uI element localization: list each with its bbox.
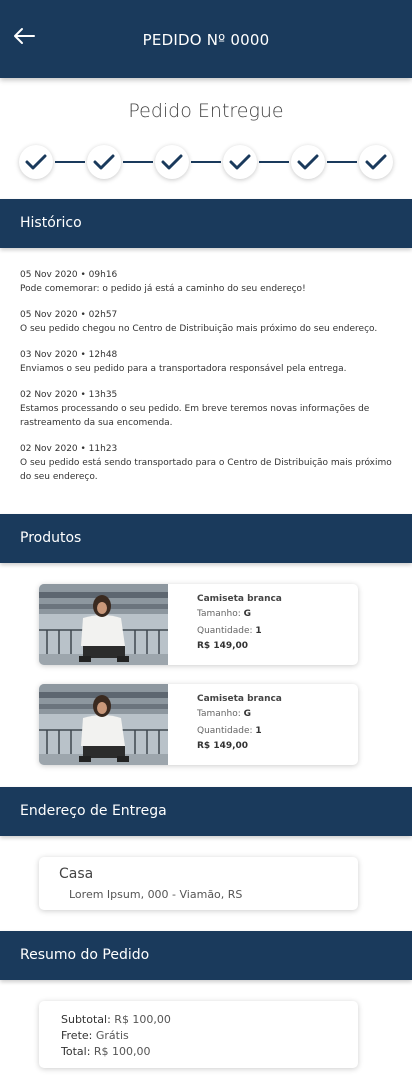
subtotal-row: Subtotal: R$ 100,00 <box>61 1012 171 1028</box>
check-icon <box>25 154 47 170</box>
address-name: Casa <box>59 866 94 882</box>
progress-step-6 <box>359 145 393 179</box>
product-photo <box>39 684 168 765</box>
product-quantity: Quantidade: 1 <box>197 723 282 740</box>
progress-step-4 <box>223 145 257 179</box>
product-qty-label: Quantidade: <box>197 626 253 636</box>
shipping-label: Frete: <box>61 1029 93 1042</box>
shipping-value: Grátis <box>95 1029 129 1042</box>
history-date: 02 Nov 2020 • 11h23 <box>20 444 118 454</box>
product-size-label: Tamanho: <box>197 609 241 619</box>
product-size: Tamanho: G <box>197 606 282 623</box>
history-date: 05 Nov 2020 • 02h57 <box>20 310 118 320</box>
history-section-header: Histórico <box>0 199 412 248</box>
check-icon <box>229 154 251 170</box>
product-qty-value: 1 <box>255 626 262 636</box>
history-item: 05 Nov 2020 • 02h57 O seu pedido chegou … <box>20 309 392 336</box>
progress-step-5 <box>291 145 325 179</box>
check-icon <box>93 154 115 170</box>
product-photo <box>39 584 168 665</box>
total-value: R$ 100,00 <box>93 1045 151 1058</box>
address-section-header: Endereço de Entrega <box>0 787 412 836</box>
subtotal-value: R$ 100,00 <box>114 1013 171 1026</box>
history-date: 03 Nov 2020 • 12h48 <box>20 350 118 360</box>
products-section-title: Produtos <box>20 530 82 546</box>
history-item: 05 Nov 2020 • 09h16 Pode comemorar: o pe… <box>20 269 392 296</box>
product-name: Camiseta branca <box>197 694 282 704</box>
check-icon <box>297 154 319 170</box>
progress-step-1 <box>19 145 53 179</box>
history-text: Enviamos o seu pedido para a transportad… <box>20 364 347 374</box>
product-price: R$ 149,00 <box>197 641 249 651</box>
product-name: Camiseta branca <box>197 594 282 604</box>
product-qty-label: Quantidade: <box>197 726 253 736</box>
product-details: Camiseta branca Tamanho: G Quantidade: 1… <box>197 593 282 653</box>
history-text: O seu pedido chegou no Centro de Distrib… <box>20 324 378 334</box>
summary-section-header: Resumo do Pedido <box>0 931 412 980</box>
address-line: Lorem Ipsum, 000 - Viamão, RS <box>69 888 243 901</box>
subtotal-label: Subtotal: <box>61 1013 111 1026</box>
check-icon <box>161 154 183 170</box>
progress-connector <box>55 161 85 163</box>
history-text: Pode comemorar: o pedido já está a camin… <box>20 284 306 294</box>
progress-connector <box>327 161 357 163</box>
product-card[interactable]: Camiseta branca Tamanho: G Quantidade: 1… <box>39 584 358 665</box>
history-item: 02 Nov 2020 • 11h23 O seu pedido está se… <box>20 443 392 484</box>
product-qty-value: 1 <box>255 726 262 736</box>
history-list: 05 Nov 2020 • 09h16 Pode comemorar: o pe… <box>20 269 392 497</box>
order-summary-card: Subtotal: R$ 100,00 Frete: Grátis Total:… <box>39 1001 358 1068</box>
progress-connector <box>191 161 221 163</box>
app-header: PEDIDO Nº 0000 <box>0 0 412 78</box>
total-label: Total: <box>61 1045 91 1058</box>
address-section-title: Endereço de Entrega <box>20 803 167 819</box>
history-text: Estamos processando o seu pedido. Em bre… <box>20 404 370 428</box>
history-text: O seu pedido está sendo transportado par… <box>20 458 392 482</box>
page-title: PEDIDO Nº 0000 <box>142 31 270 49</box>
order-status-title: Pedido Entregue <box>128 100 284 122</box>
history-date: 05 Nov 2020 • 09h16 <box>20 270 118 280</box>
total-row: Total: R$ 100,00 <box>61 1044 171 1060</box>
product-card[interactable]: Camiseta branca Tamanho: G Quantidade: 1… <box>39 684 358 765</box>
product-size-label: Tamanho: <box>197 709 241 719</box>
product-size-value: G <box>243 709 252 719</box>
product-price: R$ 149,00 <box>197 741 249 751</box>
shipping-row: Frete: Grátis <box>61 1028 171 1044</box>
product-size-value: G <box>243 609 252 619</box>
progress-connector <box>123 161 153 163</box>
progress-step-3 <box>155 145 189 179</box>
history-item: 02 Nov 2020 • 13h35 Estamos processando … <box>20 389 392 430</box>
summary-section-title: Resumo do Pedido <box>20 947 150 963</box>
product-details: Camiseta branca Tamanho: G Quantidade: 1… <box>197 693 282 753</box>
products-section-header: Produtos <box>0 514 412 563</box>
history-date: 02 Nov 2020 • 13h35 <box>20 390 118 400</box>
history-item: 03 Nov 2020 • 12h48 Enviamos o seu pedid… <box>20 349 392 376</box>
check-icon <box>365 154 387 170</box>
product-quantity: Quantidade: 1 <box>197 623 282 640</box>
history-section-title: Histórico <box>20 215 82 231</box>
order-progress-tracker <box>19 145 395 179</box>
progress-connector <box>259 161 289 163</box>
progress-step-2 <box>87 145 121 179</box>
address-card[interactable]: Casa Lorem Ipsum, 000 - Viamão, RS <box>39 857 358 910</box>
product-size: Tamanho: G <box>197 706 282 723</box>
